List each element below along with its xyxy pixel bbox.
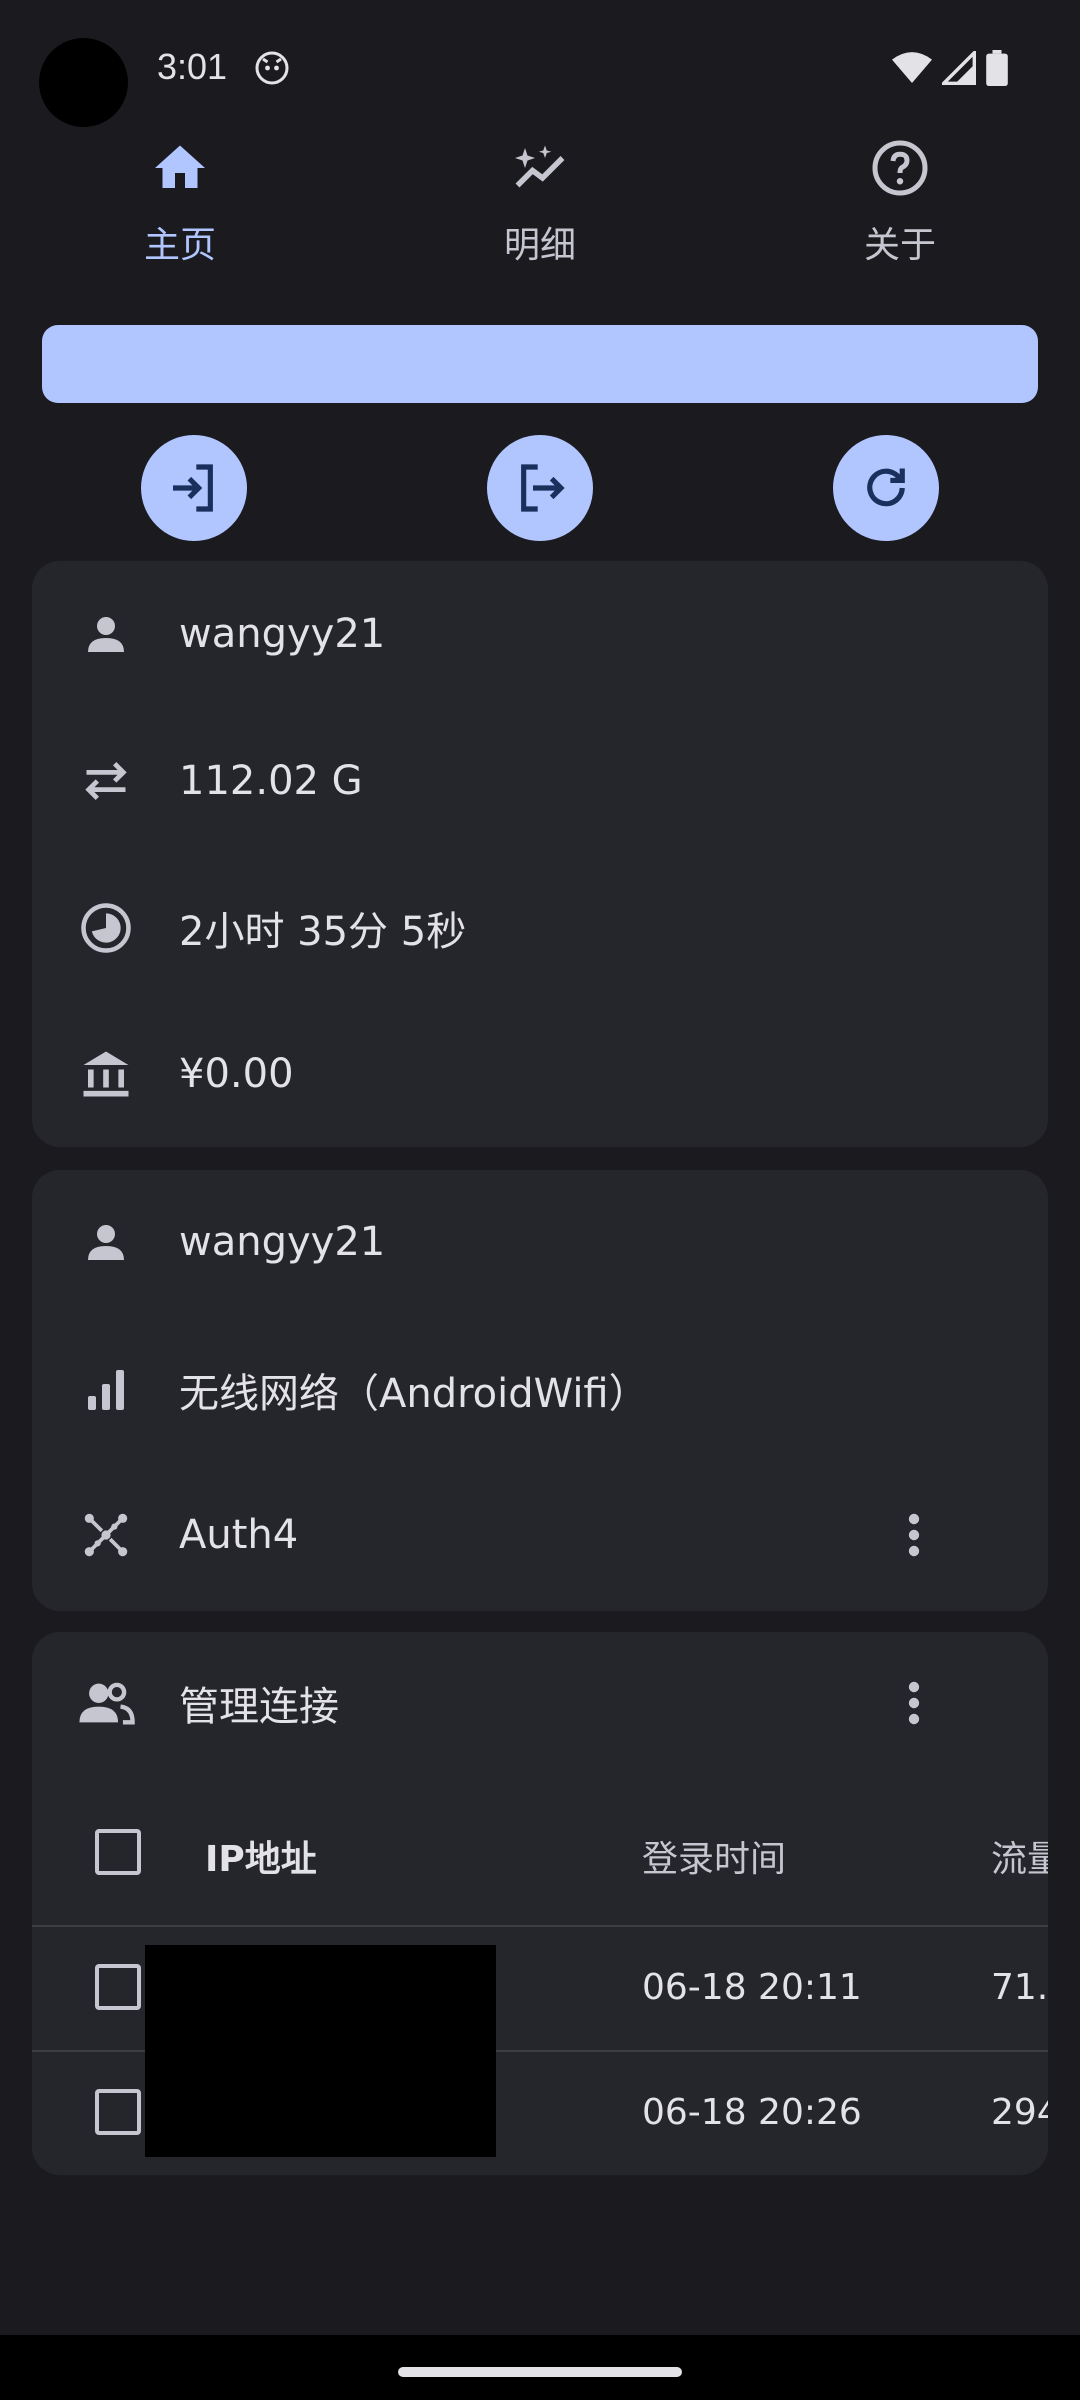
tab-home[interactable]: 主页 [0, 130, 360, 290]
swap-arrows-icon [76, 751, 136, 811]
clock-pie-icon [76, 898, 136, 958]
action-row [0, 435, 1080, 541]
traffic-value: 112.02 G [179, 758, 363, 804]
tab-details-label: 明细 [503, 225, 576, 266]
row-login-time: 06-18 20:26 [642, 2092, 862, 2133]
row-login-time: 06-18 20:11 [642, 1967, 862, 2008]
auth-row: Auth4 [32, 1485, 1048, 1585]
auth-pattern-icon [76, 1505, 136, 1565]
bank-icon [76, 1044, 136, 1104]
refresh-button[interactable] [833, 435, 939, 541]
traffic-row: 112.02 G [32, 731, 1048, 831]
wifi-icon [892, 52, 932, 83]
group-icon [76, 1673, 136, 1733]
notification-cat-icon [255, 51, 289, 85]
more-vert-icon [908, 1681, 920, 1725]
network-card: wangyy21 无线网络（AndroidWifi） Auth4 [32, 1170, 1048, 1611]
select-all-checkbox[interactable] [95, 1829, 141, 1875]
redacted-ip-block [145, 1945, 496, 2157]
top-navigation: 主页 明细 关于 [0, 130, 1080, 290]
refresh-icon [867, 468, 905, 507]
balance-row: ¥0.00 [32, 1024, 1048, 1124]
more-vert-icon [908, 1513, 920, 1557]
balance-value: ¥0.00 [179, 1051, 294, 1097]
status-progress-bar [42, 325, 1038, 403]
home-indicator[interactable] [398, 2367, 682, 2377]
status-bar: 3:01 [0, 0, 1080, 135]
person-icon [76, 1212, 136, 1272]
column-header-traffic: 流量 [991, 1839, 1048, 1880]
connections-table-header: IP地址 登录时间 流量 [32, 1792, 1048, 1912]
help-circle-icon [872, 140, 928, 196]
row-traffic: 294 [991, 2092, 1048, 2133]
logout-icon [521, 464, 565, 512]
account-username-row: wangyy21 [32, 584, 1048, 684]
tab-details[interactable]: 明细 [360, 130, 720, 290]
auth-more-button[interactable] [884, 1505, 944, 1565]
auth-mode: Auth4 [179, 1512, 299, 1558]
tab-home-label: 主页 [143, 225, 216, 266]
connections-title: 管理连接 [179, 1684, 339, 1730]
duration-value: 2小时 35分 5秒 [179, 909, 467, 955]
login-button[interactable] [141, 435, 247, 541]
signal-bars-icon [76, 1360, 136, 1420]
camera-cutout [39, 38, 128, 127]
cellular-signal-icon [942, 51, 976, 85]
row-traffic: 71.2 [991, 1967, 1048, 2008]
home-icon [155, 145, 205, 188]
network-type-row: 无线网络（AndroidWifi） [32, 1340, 1048, 1440]
column-header-login-time: 登录时间 [642, 1839, 787, 1880]
network-username-row: wangyy21 [32, 1192, 1048, 1292]
account-card: wangyy21 112.02 G 2小时 35分 5秒 ¥0.00 [32, 561, 1048, 1147]
account-username: wangyy21 [179, 611, 386, 657]
column-header-ip: IP地址 [205, 1839, 317, 1880]
row-checkbox[interactable] [95, 1964, 141, 2010]
logout-button[interactable] [487, 435, 593, 541]
tab-about-label: 关于 [863, 225, 936, 266]
status-time: 3:01 [157, 46, 228, 87]
network-type: 无线网络（AndroidWifi） [179, 1371, 649, 1417]
duration-row: 2小时 35分 5秒 [32, 878, 1048, 978]
tab-about[interactable]: 关于 [720, 130, 1080, 290]
person-icon [76, 604, 136, 664]
connections-more-button[interactable] [884, 1673, 944, 1733]
row-checkbox[interactable] [95, 2089, 141, 2135]
network-username: wangyy21 [179, 1219, 386, 1265]
connections-header-row: 管理连接 [32, 1653, 1048, 1753]
battery-icon [986, 50, 1008, 86]
login-icon [173, 464, 213, 512]
sparkle-chart-icon [515, 145, 565, 188]
